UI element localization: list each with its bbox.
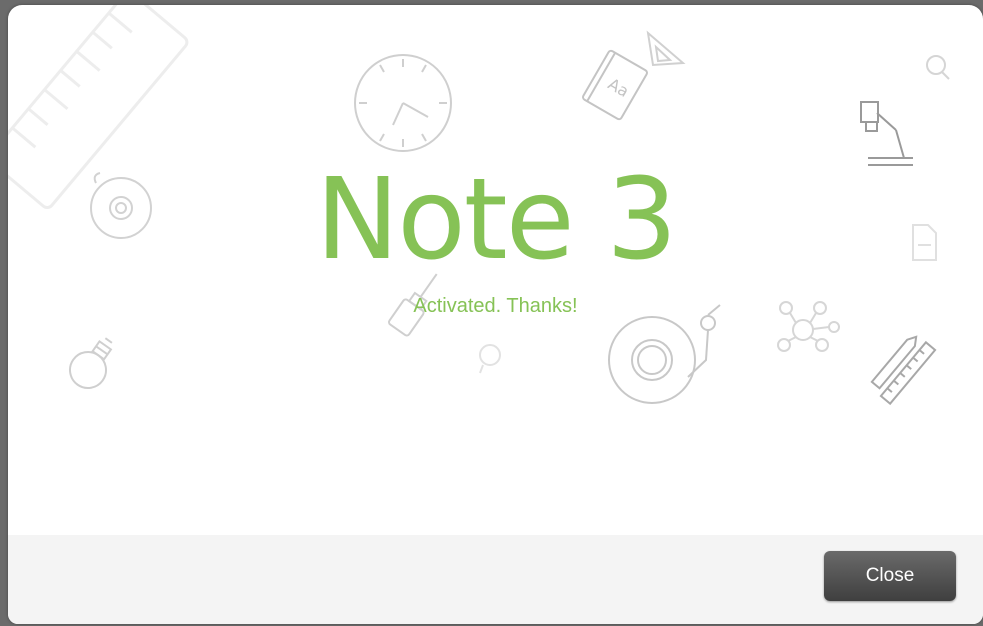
activation-dialog: Aa Note 3 Activated. Thanks! Close xyxy=(8,5,983,624)
activation-content: Note 3 Activated. Thanks! xyxy=(8,5,983,535)
activation-message: Activated. Thanks! xyxy=(413,295,578,317)
close-button[interactable]: Close xyxy=(824,551,956,601)
dialog-footer: Close xyxy=(8,535,983,624)
product-title: Note 3 xyxy=(315,155,678,285)
